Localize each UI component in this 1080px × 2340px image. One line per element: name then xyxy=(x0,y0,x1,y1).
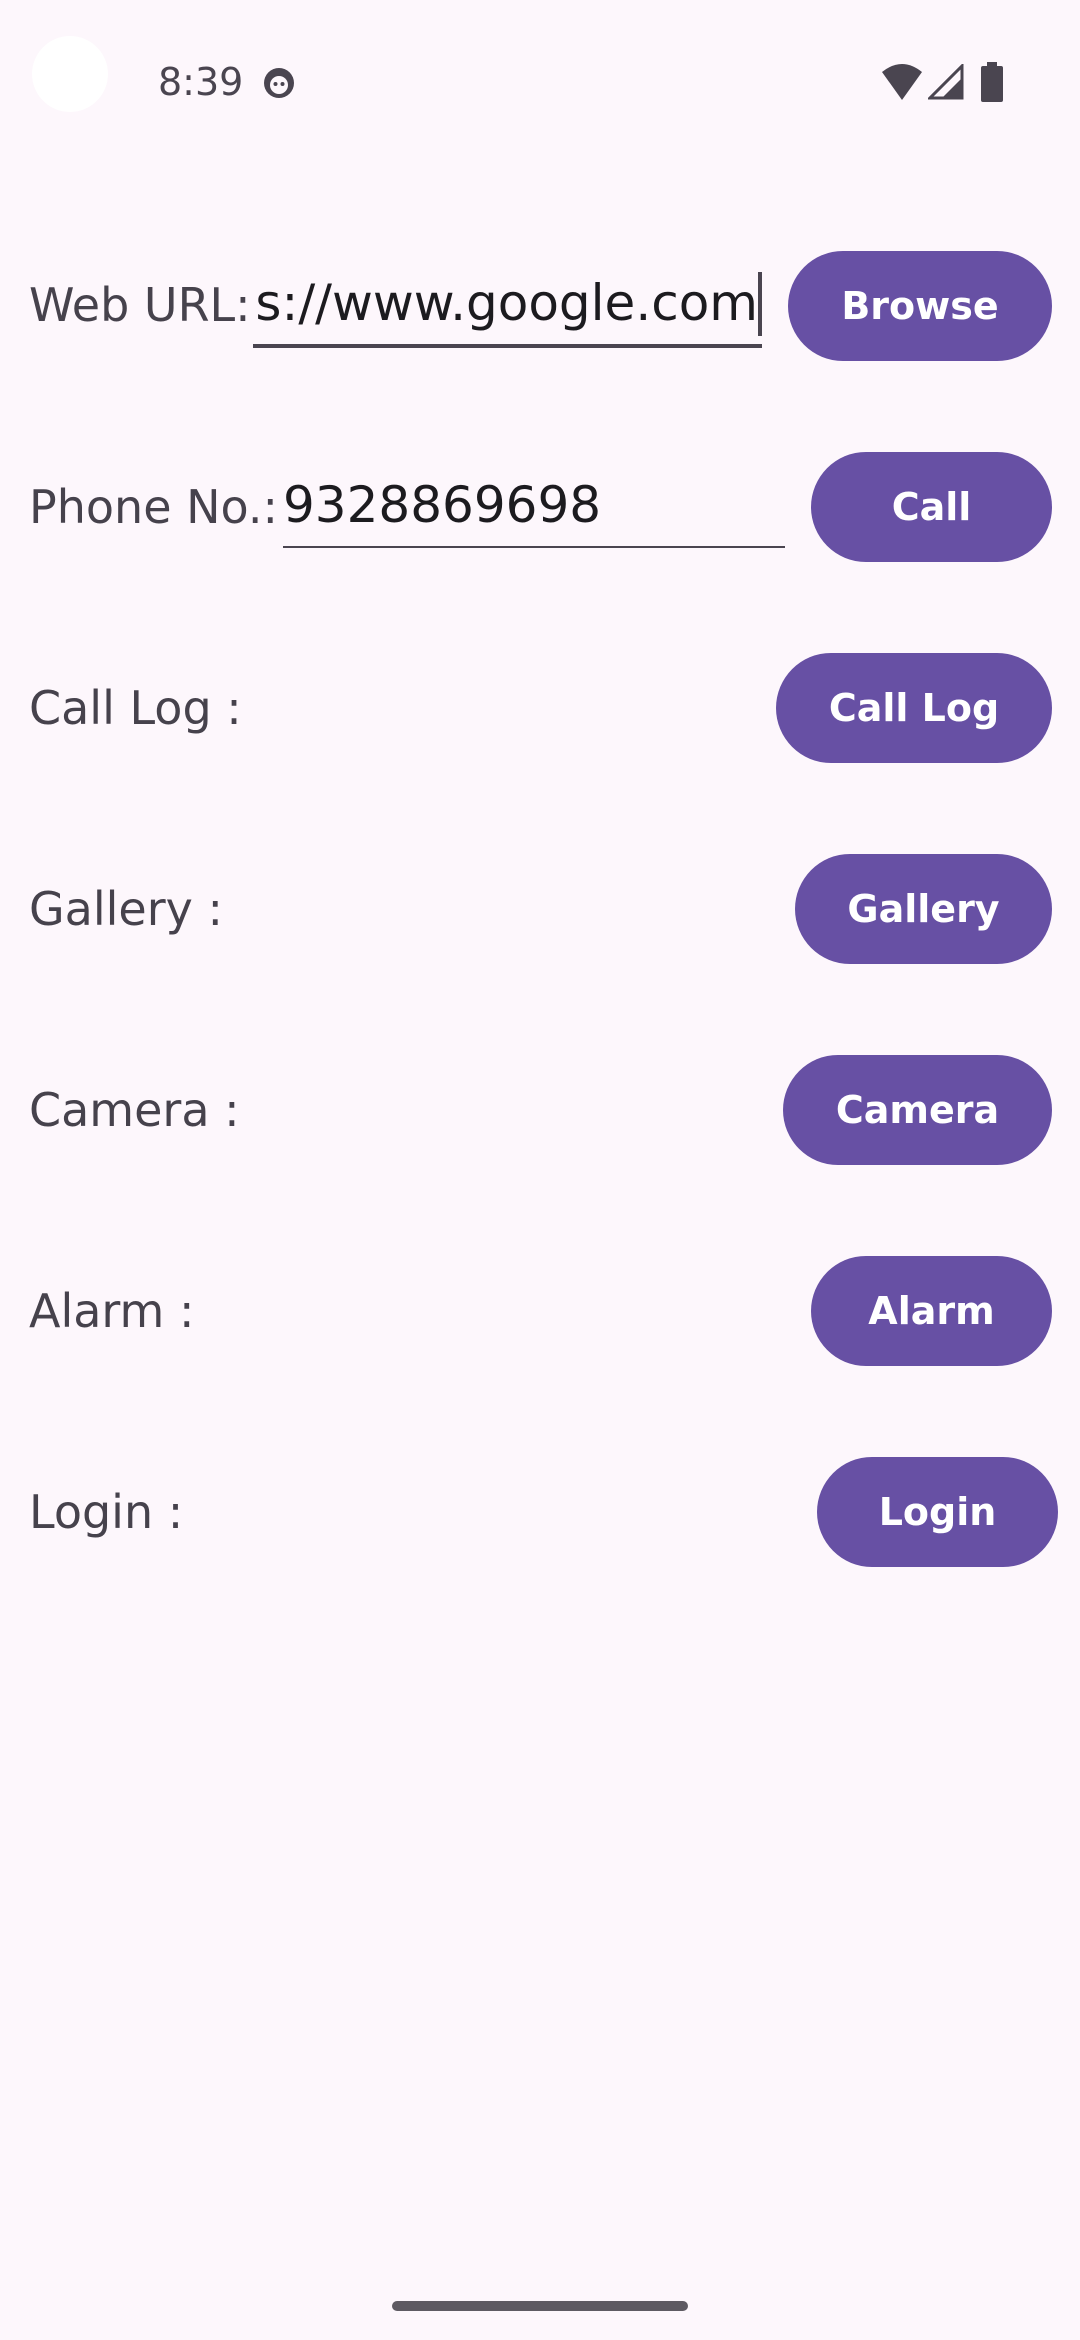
camera-button[interactable]: Camera xyxy=(783,1055,1052,1165)
status-time: 8:39 xyxy=(158,60,244,104)
signal-icon xyxy=(928,64,964,100)
web-url-input-value: tps://www.google.com xyxy=(253,274,758,332)
phone-underline xyxy=(283,546,785,548)
phone-input-value: 9328869698 xyxy=(283,476,602,534)
face-notification-icon xyxy=(264,68,294,98)
battery-icon xyxy=(981,62,1003,102)
browse-button[interactable]: Browse xyxy=(788,251,1052,361)
alarm-label: Alarm : xyxy=(29,1284,195,1338)
web-url-input[interactable]: tps://www.google.com xyxy=(253,268,762,348)
call-log-label: Call Log : xyxy=(29,681,242,735)
status-bar: 8:39 xyxy=(0,0,1080,160)
call-log-button[interactable]: Call Log xyxy=(776,653,1052,763)
home-gesture-bar[interactable] xyxy=(392,2301,688,2311)
login-label: Login : xyxy=(29,1485,184,1539)
login-button[interactable]: Login xyxy=(817,1457,1058,1567)
camera-label: Camera : xyxy=(29,1083,240,1137)
gallery-button[interactable]: Gallery xyxy=(795,854,1052,964)
alarm-button[interactable]: Alarm xyxy=(811,1256,1052,1366)
wifi-icon xyxy=(882,64,922,100)
call-button[interactable]: Call xyxy=(811,452,1052,562)
text-cursor xyxy=(758,272,762,336)
camera-cutout xyxy=(32,36,108,112)
web-url-underline xyxy=(253,344,762,348)
gallery-label: Gallery : xyxy=(29,882,223,936)
web-url-label: Web URL: xyxy=(29,278,251,332)
phone-input[interactable]: 9328869698 xyxy=(283,470,785,548)
phone-label: Phone No.: xyxy=(29,480,278,534)
